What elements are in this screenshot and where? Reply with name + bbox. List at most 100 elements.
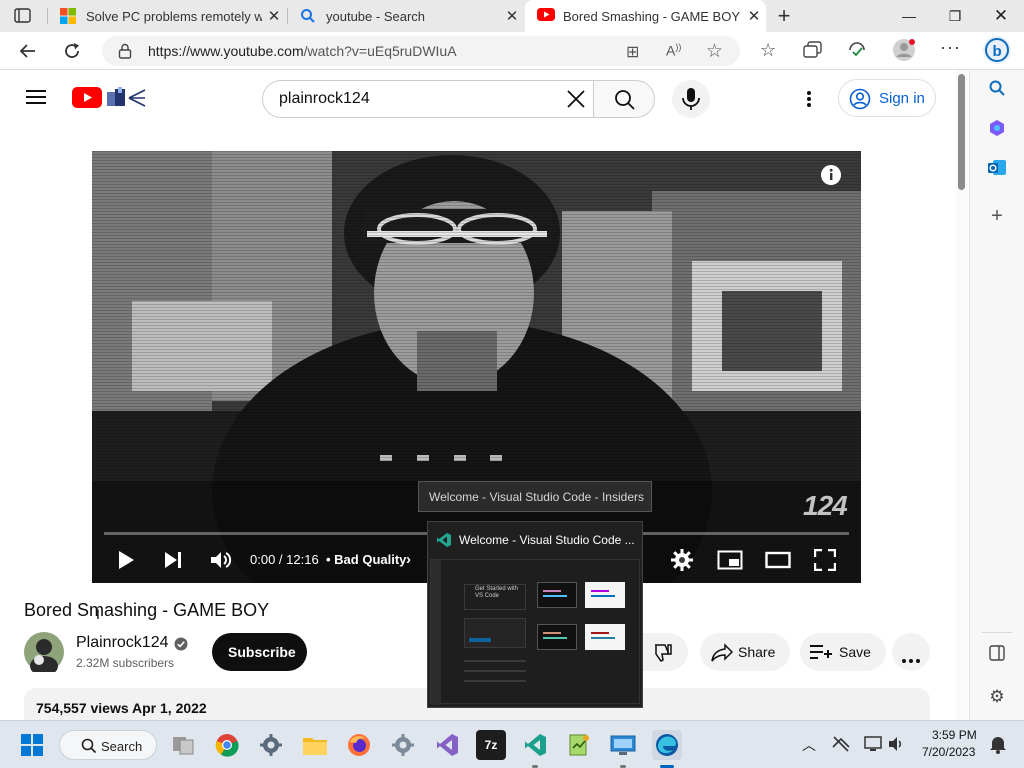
settings-app-icon[interactable] (256, 730, 286, 760)
address-bar[interactable]: https://www.youtube.com/watch?v=uEq5ruDW… (102, 36, 740, 66)
channel-name[interactable]: Plainrock124 (76, 634, 169, 652)
settings-gear-icon[interactable] (670, 548, 694, 577)
7zip-icon[interactable]: 7z (476, 730, 506, 760)
youtube-logo-icon[interactable] (72, 87, 102, 114)
share-button[interactable]: Share (700, 633, 790, 671)
remote-desktop-icon[interactable] (608, 730, 638, 760)
browser-toolbar: https://www.youtube.com/watch?v=uEq5ruDW… (0, 32, 1024, 70)
scrollbar-thumb[interactable] (958, 74, 965, 190)
search-icon (81, 738, 97, 759)
search-input[interactable]: plainrock124 (262, 80, 594, 118)
hide-sidebar-icon[interactable] (984, 644, 1010, 670)
tab-bored-smashing[interactable]: Bored Smashing - GAME BOY - Y ✕ (525, 0, 766, 32)
video-frame (92, 151, 861, 583)
hamburger-menu-icon[interactable] (26, 89, 46, 110)
close-tab-icon[interactable]: ✕ (262, 7, 286, 25)
youtube-masthead: plainrock124 Sign in (0, 70, 956, 128)
play-button[interactable] (116, 550, 136, 575)
info-icon[interactable] (820, 164, 842, 191)
search-button[interactable] (593, 80, 655, 118)
microsoft-logo-icon (60, 8, 76, 24)
preview-title: Welcome - Visual Studio Code ... (459, 533, 635, 547)
collections-icon[interactable] (803, 41, 823, 64)
notification-bell-icon[interactable] (988, 734, 1008, 759)
tab-actions-icon[interactable] (12, 7, 34, 25)
favorites-icon[interactable]: ☆ (760, 40, 776, 61)
visual-studio-icon[interactable] (432, 730, 462, 760)
channel-watermark[interactable]: 124 (803, 490, 848, 522)
read-aloud-icon[interactable]: A)) (666, 42, 681, 59)
discover-icon[interactable] (984, 119, 1010, 145)
settings-more-icon[interactable]: ··· (940, 37, 961, 58)
clear-search-icon[interactable] (565, 88, 587, 115)
chapter-chevron-icon[interactable]: › (406, 551, 411, 568)
text-cursor-icon: I (96, 606, 100, 622)
volume-button[interactable] (210, 549, 232, 576)
search-icon (614, 89, 636, 116)
tab-title: youtube - Search (326, 8, 426, 24)
network-off-icon[interactable] (832, 735, 850, 758)
theater-mode-icon[interactable] (765, 551, 791, 574)
back-button[interactable] (13, 36, 43, 66)
dislike-button[interactable] (640, 633, 688, 671)
save-button[interactable]: Save (800, 633, 886, 671)
clock-date[interactable]: 7/20/2023 (922, 745, 975, 759)
save-label: Save (839, 644, 871, 660)
sign-in-label: Sign in (879, 90, 925, 107)
video-player[interactable]: 124 0:00 / 12:16 • Bad Quality › (92, 151, 861, 583)
verified-badge-icon (174, 637, 188, 656)
voice-search-icon[interactable] (672, 80, 710, 118)
search-icon[interactable] (984, 79, 1010, 105)
lock-icon[interactable] (118, 43, 132, 64)
windows-start-icon[interactable] (21, 734, 43, 761)
outlook-icon[interactable] (984, 159, 1010, 185)
control-panel-gear-icon[interactable] (388, 730, 418, 760)
close-tab-icon[interactable]: ✕ (500, 7, 524, 25)
subscriber-count: 2.32M subscribers (76, 656, 175, 670)
taskbar-search-box[interactable]: Search (59, 730, 157, 760)
miniplayer-icon[interactable] (717, 550, 743, 575)
taskbar-window-preview[interactable]: Welcome - Visual Studio Code ... Get Sta… (427, 521, 643, 708)
tab-solve-pc-problems[interactable]: Solve PC problems remotely with ✕ (48, 0, 286, 32)
fullscreen-icon[interactable] (813, 548, 837, 576)
browser-tab-strip: Solve PC problems remotely with ✕ youtub… (0, 0, 1024, 32)
tab-youtube-search[interactable]: youtube - Search ✕ (288, 0, 524, 32)
tooltip-text: Welcome - Visual Studio Code - Insiders (429, 490, 644, 504)
edge-browser-icon[interactable] (652, 730, 682, 760)
profile-avatar-icon[interactable] (892, 38, 916, 67)
refresh-button[interactable] (57, 36, 87, 66)
display-icon[interactable] (864, 735, 882, 758)
share-icon (711, 643, 734, 668)
add-sidebar-app-icon[interactable]: + (984, 203, 1010, 229)
minimize-button[interactable]: — (886, 0, 932, 32)
video-title: Bored Smashing - GAME BOY (24, 600, 270, 620)
browser-essentials-icon[interactable] (847, 40, 867, 65)
sidebar-settings-icon[interactable]: ⚙ (984, 684, 1010, 710)
chapter-label[interactable]: • Bad Quality (326, 552, 406, 567)
bing-copilot-icon[interactable]: b (982, 35, 1012, 70)
new-tab-button[interactable]: + (772, 4, 796, 28)
favorite-star-icon[interactable]: ☆ (706, 40, 723, 63)
more-options-icon[interactable] (806, 90, 812, 113)
next-button[interactable] (163, 550, 183, 575)
notepad-plus-plus-icon[interactable] (564, 730, 594, 760)
clock-time[interactable]: 3:59 PM (932, 728, 977, 742)
app-available-icon[interactable]: ⊞ (626, 42, 639, 62)
more-actions-button[interactable] (892, 633, 930, 671)
firefox-icon[interactable] (344, 730, 374, 760)
close-window-button[interactable]: ✕ (978, 0, 1024, 32)
volume-icon[interactable] (888, 735, 906, 758)
account-icon (849, 88, 871, 114)
restore-button[interactable]: ❐ (932, 0, 978, 32)
sign-in-button[interactable]: Sign in (838, 79, 936, 117)
vscode-insiders-taskbar-icon[interactable] (520, 730, 550, 760)
chrome-icon[interactable] (212, 730, 242, 760)
vscode-insiders-icon (436, 532, 452, 553)
file-explorer-icon[interactable] (300, 730, 330, 760)
close-tab-icon[interactable]: ✕ (742, 7, 766, 25)
time-display: 0:00 / 12:16 (250, 552, 319, 567)
channel-avatar[interactable] (24, 632, 64, 677)
show-hidden-icons[interactable]: ︿ (802, 735, 816, 755)
subscribe-button[interactable]: Subscribe (212, 633, 307, 671)
task-view-icon[interactable] (168, 730, 198, 760)
